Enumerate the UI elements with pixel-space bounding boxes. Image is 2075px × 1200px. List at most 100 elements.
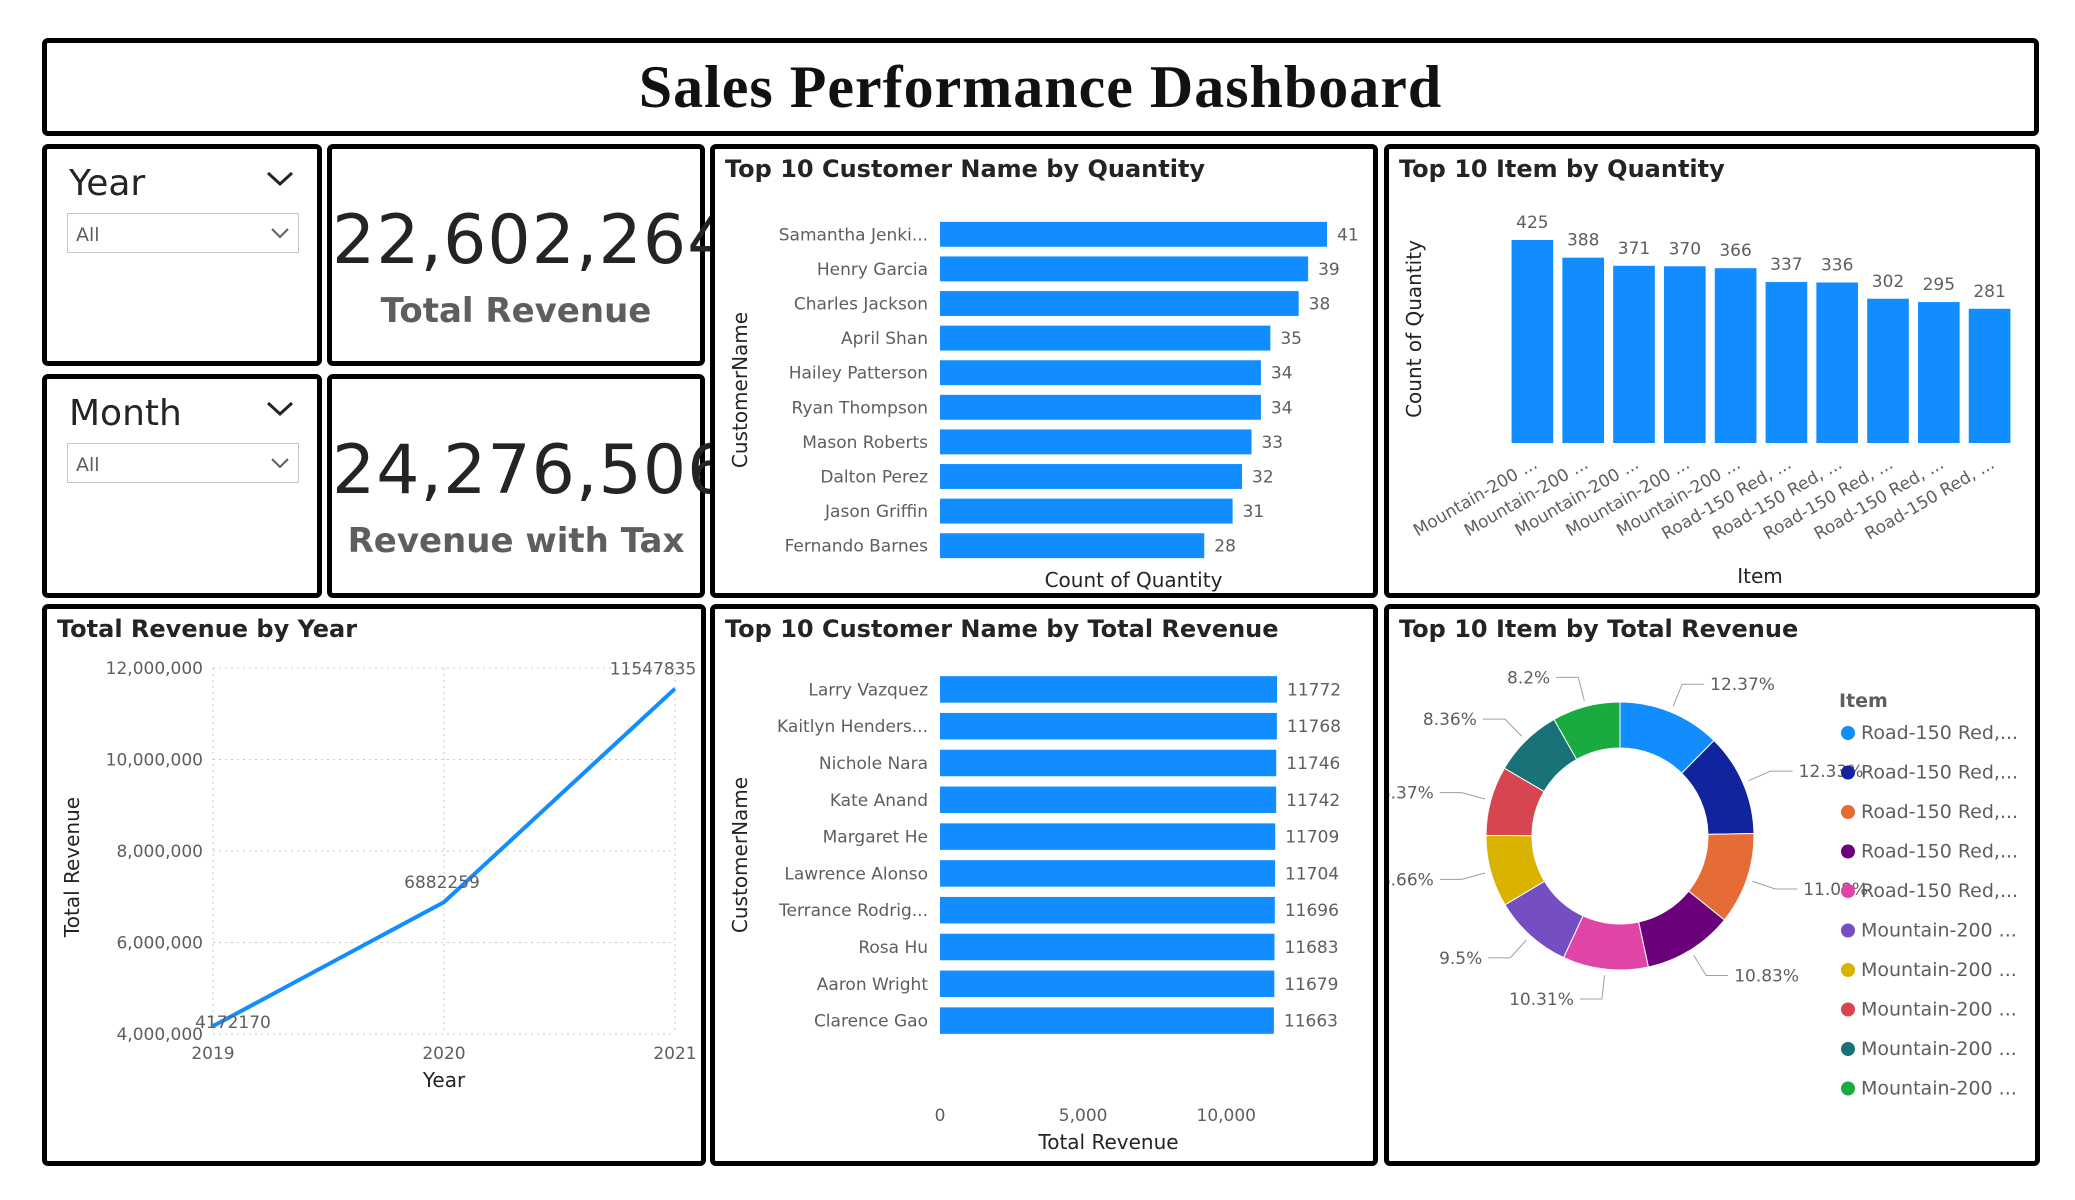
item-quantity-panel: Top 10 Item by Quantity 425 Mountain-200 … [1384, 144, 2040, 598]
category-label: Larry Vazquez [808, 680, 928, 700]
x-tick-label: 10,000 [1197, 1106, 1256, 1126]
legend-label: Road-150 Red,... [1861, 762, 2018, 784]
leader-line [1439, 792, 1486, 800]
data-label: 11746 [1286, 754, 1340, 774]
y-axis-title: Total Revenue [60, 797, 84, 938]
legend-marker [1841, 726, 1855, 740]
customer-revenue-chart: Larry Vazquez 11772 Kaitlyn Henders... 1176… [728, 676, 1341, 1154]
x-tick-label: 0 [935, 1106, 946, 1126]
legend-label: Mountain-200 ... [1861, 920, 2017, 942]
total-revenue-label: Total Revenue [380, 291, 652, 331]
data-label: 8.36% [1423, 710, 1477, 730]
category-label: Terrance Rodrig... [778, 901, 928, 921]
bar [940, 360, 1261, 386]
bar [1714, 268, 1757, 443]
year-dropdown[interactable]: All [67, 213, 299, 253]
category-label: Mason Roberts [802, 433, 928, 453]
y-axis-title: CustomerName [728, 777, 752, 933]
bar [940, 749, 1277, 777]
revenue-with-tax-card: 24,276,506 Revenue with Tax [327, 374, 732, 598]
chevron-down-icon[interactable] [265, 399, 295, 419]
legend-marker [1841, 1081, 1855, 1096]
legend-label: Road-150 Red,... [1861, 841, 2018, 863]
x-tick-label: 5,000 [1059, 1106, 1108, 1126]
category-label: Aaron Wright [817, 975, 929, 995]
legend-marker [1841, 844, 1855, 859]
category-label: Rosa Hu [858, 938, 928, 958]
bar [940, 429, 1252, 455]
legend-marker [1841, 805, 1855, 819]
data-label: 11683 [1284, 938, 1338, 958]
bar [940, 1007, 1274, 1034]
category-label: Fernando Barnes [785, 537, 929, 557]
month-slicer: Month All [42, 374, 322, 598]
bar [940, 291, 1299, 316]
year-slicer: Year All [42, 144, 322, 366]
legend-title: Item [1839, 690, 1888, 712]
category-label: Clarence Gao [814, 1012, 928, 1032]
data-label: 11663 [1284, 1012, 1338, 1032]
data-label: 337 [1770, 255, 1802, 275]
data-label: 28 [1214, 537, 1236, 557]
bar [1562, 257, 1605, 443]
revenue-with-tax-value: 24,276,506 [332, 431, 732, 510]
bar [940, 823, 1276, 850]
x-tick-label: 2019 [191, 1044, 234, 1064]
category-label: Charles Jackson [794, 295, 928, 315]
data-label: 371 [1618, 239, 1650, 259]
data-label: 12.37% [1710, 675, 1775, 695]
category-label: Nichole Nara [819, 754, 928, 774]
bar [940, 498, 1233, 524]
x-axis-title: Count of Quantity [1045, 568, 1223, 592]
leader-line [1556, 676, 1585, 701]
bar [940, 712, 1277, 740]
month-dropdown[interactable]: All [67, 443, 299, 483]
x-axis-title: Year [422, 1068, 466, 1092]
legend-marker [1841, 884, 1855, 898]
leader-line [1672, 683, 1705, 707]
leader-line [1482, 718, 1523, 737]
legend-label: Mountain-200 ... [1861, 1038, 2017, 1060]
data-label: 11742 [1286, 791, 1340, 811]
data-label: 41 [1337, 225, 1359, 245]
data-label: 281 [1973, 282, 2005, 302]
bar [940, 464, 1243, 489]
year-dropdown-value: All [76, 224, 100, 246]
bar [940, 325, 1271, 351]
x-axis-title: Total Revenue [1037, 1130, 1178, 1154]
bar [940, 970, 1275, 998]
y-tick-label: 8,000,000 [116, 842, 203, 862]
chevron-down-icon [271, 228, 289, 239]
title-panel: Sales Performance Dashboard [42, 38, 2039, 136]
data-label: 11704 [1285, 864, 1339, 884]
data-label: 35 [1280, 329, 1302, 349]
bar [1816, 282, 1859, 443]
legend-label: Mountain-200 ... [1861, 1078, 2017, 1100]
total-revenue-card: 22,602,264 Total Revenue [327, 144, 730, 366]
legend-label: Road-150 Red,... [1861, 801, 2018, 823]
item-revenue-donut-chart: 12.37%12.33%11.08%10.83%10.31%9.5%8.66%8… [1389, 668, 2018, 1100]
data-label: 388 [1567, 231, 1599, 251]
bar [1765, 282, 1808, 443]
data-label: 8.66% [1389, 870, 1434, 890]
x-axis-title: Item [1737, 564, 1783, 588]
bar [940, 394, 1261, 420]
bar [940, 896, 1275, 924]
bar [940, 676, 1277, 703]
chevron-down-icon [271, 458, 289, 469]
leader-line [1748, 770, 1793, 782]
data-label: 11.08% [1803, 880, 1868, 900]
category-label: Kate Anand [830, 791, 928, 811]
data-label: 9.5% [1439, 949, 1482, 969]
customer-quantity-panel: Top 10 Customer Name by Quantity Samanth… [710, 144, 1378, 598]
x-tick-label: 2020 [422, 1044, 465, 1064]
month-slicer-title: Month [69, 393, 182, 434]
customer-quantity-chart: Samantha Jenki... 41 Henry Garcia 39 Charles… [728, 221, 1359, 592]
y-tick-label: 10,000,000 [106, 751, 203, 771]
data-label: 11679 [1284, 975, 1338, 995]
legend-marker [1841, 1042, 1855, 1056]
chevron-down-icon[interactable] [265, 169, 295, 189]
bar [1917, 302, 1960, 443]
category-label: Margaret He [823, 828, 928, 848]
category-label: Jason Griffin [824, 502, 928, 522]
